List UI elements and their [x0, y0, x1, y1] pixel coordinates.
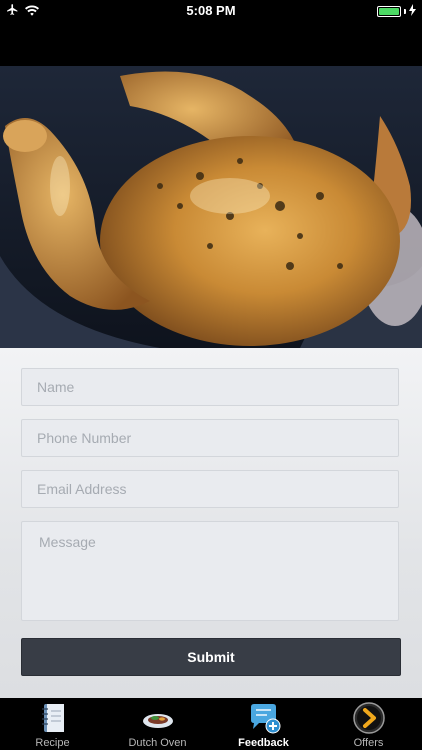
tab-label: Recipe: [35, 737, 70, 749]
chevron-right-circle-icon: [352, 701, 386, 735]
chat-add-icon: [247, 701, 281, 735]
battery-icon: [377, 6, 401, 17]
status-bar: 5:08 PM: [0, 0, 422, 22]
message-textarea[interactable]: [21, 521, 399, 621]
name-input[interactable]: [21, 368, 399, 406]
hero-image-roast-chicken: [0, 66, 422, 348]
tab-label: Offers: [353, 737, 384, 749]
tab-feedback[interactable]: Feedback: [211, 698, 316, 750]
notebook-icon: [36, 701, 70, 735]
email-address-input[interactable]: [21, 470, 399, 508]
dish-icon: [141, 701, 175, 735]
phone-number-input[interactable]: [21, 419, 399, 457]
tab-recipe[interactable]: Recipe: [0, 698, 105, 750]
tab-dutch-oven[interactable]: Dutch Oven: [105, 698, 210, 750]
feedback-form: Submit: [0, 348, 422, 698]
tab-bar: Recipe Dutch Oven Feedback Offers: [0, 698, 422, 750]
charging-icon: [409, 4, 416, 19]
tab-label: Feedback: [238, 737, 289, 749]
tab-offers[interactable]: Offers: [316, 698, 421, 750]
status-time: 5:08 PM: [186, 3, 236, 18]
submit-button[interactable]: Submit: [21, 638, 401, 676]
battery-tip: [404, 9, 406, 14]
tab-label: Dutch Oven: [128, 737, 187, 749]
